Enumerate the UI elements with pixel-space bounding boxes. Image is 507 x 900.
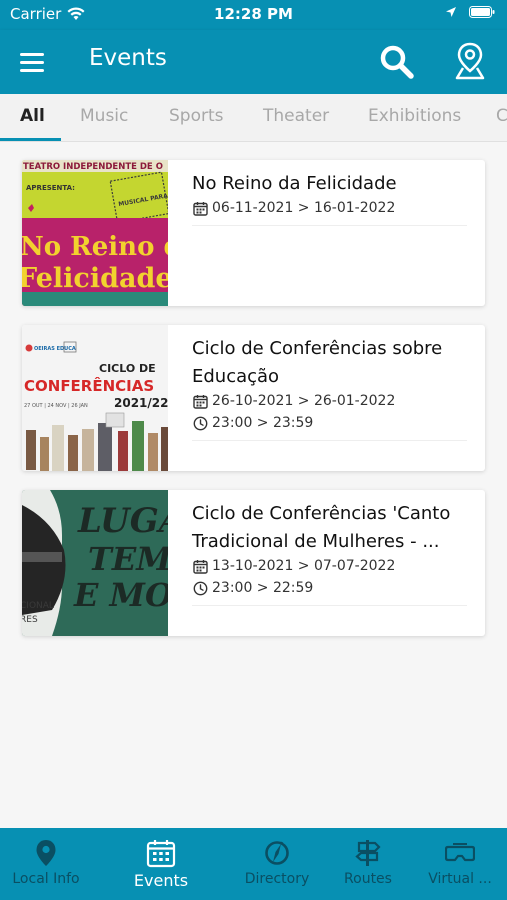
- tab-indicator: [0, 138, 61, 141]
- thumb-top-text: TEATRO INDEPENDENTE DE O: [23, 162, 163, 172]
- divider: [192, 605, 467, 606]
- thumb-line2: TEM: [88, 540, 168, 578]
- bottom-nav: Local Info Events Directory Routes Virtu…: [0, 828, 507, 900]
- nav-label: Routes: [344, 871, 392, 887]
- event-dates: 06-11-2021 > 16-01-2022: [212, 200, 396, 216]
- thumb-side2: RES: [22, 615, 38, 625]
- calendar-icon: [193, 394, 208, 409]
- event-title: No Reino da Felicidade: [192, 173, 397, 194]
- thumb-title-1: No Reino da: [22, 232, 168, 262]
- thumb-year: 2021/22: [114, 396, 168, 410]
- event-time: 23:00 > 22:59: [212, 580, 314, 596]
- thumb-title-2: Felicidade: [22, 263, 168, 294]
- thumb-line1: CICLO DE: [99, 362, 156, 375]
- nav-directory[interactable]: Directory: [227, 828, 327, 900]
- status-bar: Carrier 12:28 PM: [0, 0, 507, 30]
- thumb-line2: CONFERÊNCIAS: [24, 376, 154, 395]
- tab-all[interactable]: All: [20, 106, 45, 126]
- calendar-icon: [146, 840, 176, 868]
- compass-icon: [265, 841, 289, 865]
- nav-label: Local Info: [12, 871, 80, 887]
- nav-label: Events: [133, 871, 189, 890]
- event-card[interactable]: OEIRAS EDUCA CICLO DE CONFERÊNCIAS 27 OU…: [22, 325, 485, 471]
- divider: [192, 225, 467, 226]
- search-icon[interactable]: [378, 43, 416, 81]
- tab-theater[interactable]: Theater: [263, 106, 329, 126]
- menu-icon[interactable]: [20, 48, 50, 76]
- divider: [192, 440, 467, 441]
- status-time: 12:28 PM: [214, 5, 293, 23]
- event-dates: 26-10-2021 > 26-01-2022: [212, 393, 396, 409]
- thumb-side1: CIONAL: [22, 601, 54, 611]
- thumb-line3: 27 OUT | 24 NOV | 26 JAN: [24, 403, 88, 409]
- event-card[interactable]: TEATRO INDEPENDENTE DE O APRESENTA: MUSI…: [22, 160, 485, 306]
- clock-icon: [193, 581, 208, 595]
- location-arrow-icon: [446, 7, 456, 17]
- event-card[interactable]: CIONAL RES LUGA TEM E MO Ciclo de Confer…: [22, 490, 485, 636]
- nav-label: Virtual ...: [428, 871, 492, 887]
- event-time: 23:00 > 23:59: [212, 415, 314, 431]
- nav-virtual[interactable]: Virtual ...: [410, 828, 507, 900]
- calendar-icon: [193, 201, 208, 216]
- battery-icon: [469, 6, 495, 18]
- nav-events[interactable]: Events: [111, 828, 211, 900]
- vr-headset-icon: [445, 843, 475, 862]
- page-title: Events: [89, 45, 167, 71]
- event-thumbnail: CIONAL RES LUGA TEM E MO: [22, 490, 168, 636]
- nav-local-info[interactable]: Local Info: [0, 828, 96, 900]
- tab-music[interactable]: Music: [80, 106, 128, 126]
- calendar-icon: [193, 559, 208, 574]
- thumb-line3: E MO: [73, 576, 168, 614]
- thumb-logo: OEIRAS EDUCA: [34, 346, 76, 352]
- thumb-line1: LUGA: [77, 501, 168, 541]
- event-thumbnail: OEIRAS EDUCA CICLO DE CONFERÊNCIAS 27 OU…: [22, 325, 168, 471]
- nav-label: Directory: [244, 871, 310, 887]
- event-dates: 13-10-2021 > 07-07-2022: [212, 558, 396, 574]
- map-pin-icon[interactable]: [452, 41, 488, 81]
- event-title: Ciclo de Conferências 'Canto Tradicional…: [192, 503, 451, 552]
- clock-icon: [193, 416, 208, 430]
- nav-routes[interactable]: Routes: [318, 828, 418, 900]
- category-tabs: All Music Sports Theater Exhibitions C: [0, 94, 507, 142]
- thumb-subtitle: APRESENTA:: [26, 184, 75, 192]
- app-bar: Events: [0, 30, 507, 94]
- tab-more[interactable]: C: [496, 106, 507, 126]
- event-thumbnail: TEATRO INDEPENDENTE DE O APRESENTA: MUSI…: [22, 160, 168, 306]
- tab-exhibitions[interactable]: Exhibitions: [368, 106, 461, 126]
- tab-sports[interactable]: Sports: [169, 106, 224, 126]
- pin-icon: [36, 840, 56, 866]
- signpost-icon: [355, 840, 381, 866]
- event-title: Ciclo de Conferências sobre Educação: [192, 338, 443, 387]
